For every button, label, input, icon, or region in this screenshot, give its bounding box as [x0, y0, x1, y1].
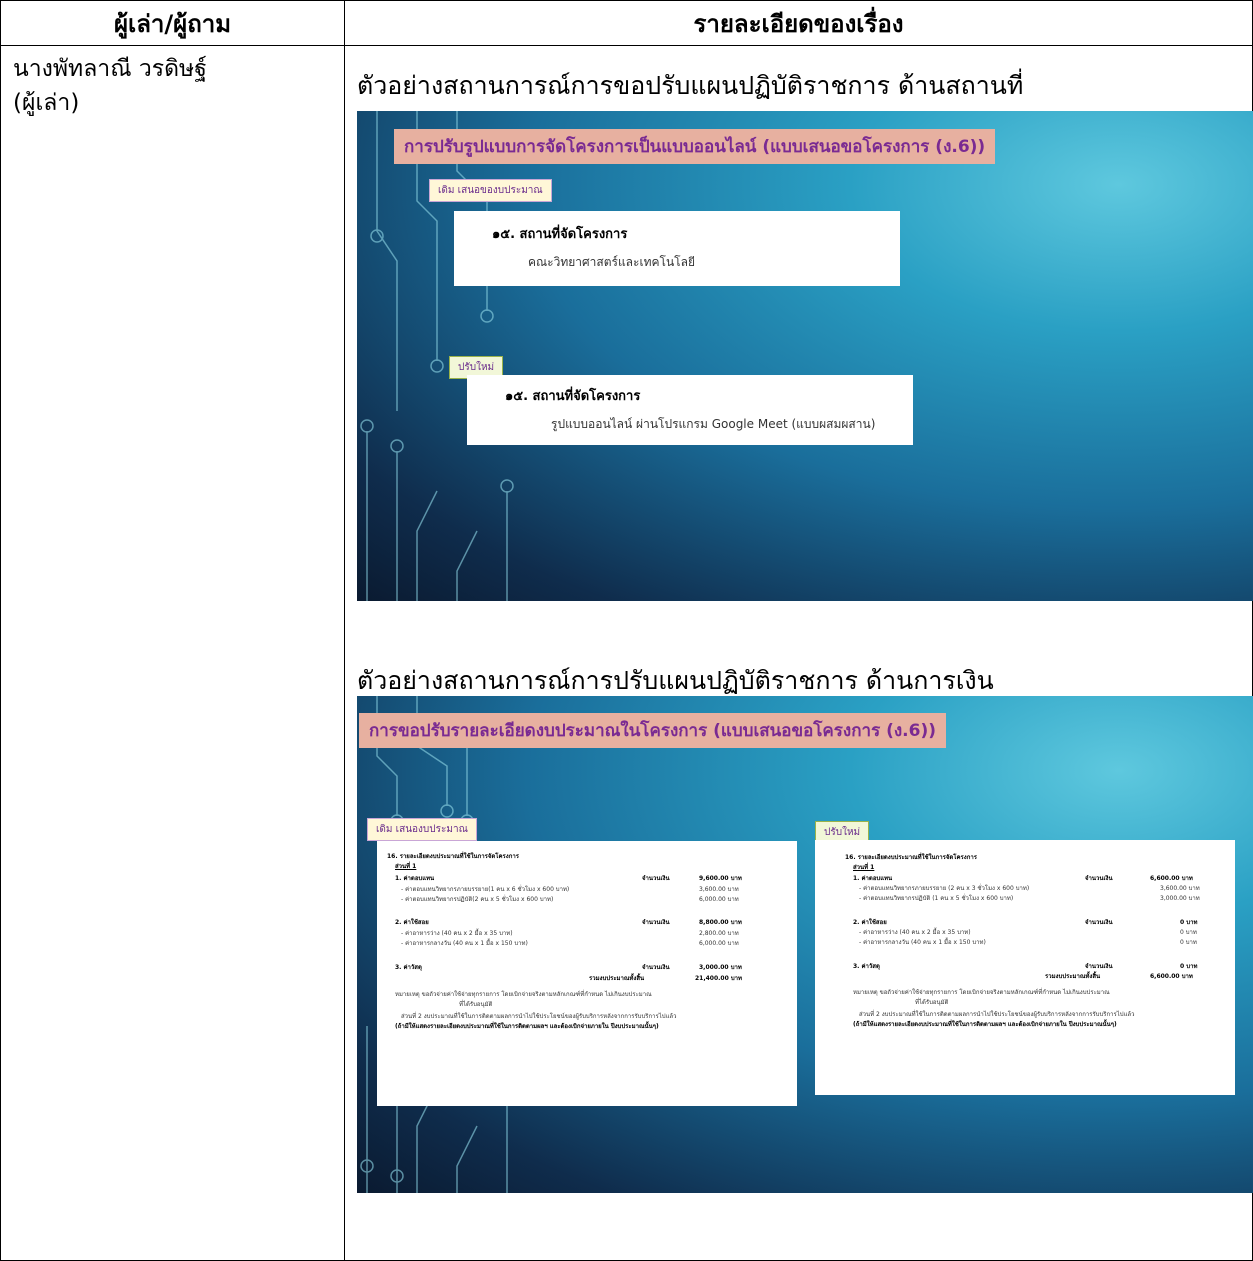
section1-new-value: รูปแบบออนไลน์ ผ่านโปรแกรม Google Meet (แ… [551, 417, 876, 431]
budget-item2a: - ค่าอาหารว่าง (40 คน x 2 มื้อ x 35 บาท) [859, 929, 971, 936]
budget-item1-amount-label: จำนวนเงิน [1085, 875, 1113, 882]
budget-part1: ส่วนที่ 1 [395, 863, 417, 870]
budget-item3: 3. ค่าวัสดุ [853, 963, 880, 970]
budget-item1a: - ค่าตอบแทนวิทยากรภายบรรยาย(1 คน x 6 ชั่… [401, 886, 570, 893]
budget-item3: 3. ค่าวัสดุ [395, 964, 422, 971]
budget-item3-amount-label: จำนวนเงิน [1085, 963, 1113, 970]
section1-new-box: ๑๕. สถานที่จัดโครงการ รูปแบบออนไลน์ ผ่าน… [467, 375, 913, 445]
narrator-cell: นางพัทลาณี วรดิษฐ์ (ผู้เล่า) [0, 45, 345, 1261]
budget-item2-amount-label: จำนวนเงิน [1085, 919, 1113, 926]
budget-item1-total: 9,600.00 บาท [699, 875, 742, 882]
col1-header: ผู้เล่า/ผู้ถาม [0, 0, 345, 46]
budget-item1-amount-label: จำนวนเงิน [642, 875, 670, 882]
section2-heading: ตัวอย่างสถานการณ์การปรับแผนปฏิบัติราชการ… [357, 666, 994, 695]
budget-sum-value: 21,400.00 บาท [695, 975, 743, 982]
budget-sum-label: รวมงบประมาณทั้งสิ้น [1045, 973, 1101, 980]
header-row: ผู้เล่า/ผู้ถาม รายละเอียดของเรื่อง [0, 0, 1253, 46]
budget-item3-total: 3,000.00 บาท [699, 964, 742, 971]
budget-item2b-value: 6,000.00 บาท [699, 940, 739, 947]
budget-item2-amount-label: จำนวนเงิน [642, 919, 670, 926]
budget-part2b: (ถ้ามีให้แสดงรายละเอียดงบประมาณที่ใช้ในก… [853, 1021, 1117, 1028]
new-budget-box: 16. รายละเอียดงบประมาณที่ใช้ในการจัดโครง… [815, 840, 1235, 1095]
section2-old-tag: เดิม เสนองบประมาณ [367, 818, 477, 841]
budget-item1a-value: 3,600.00 บาท [1160, 885, 1200, 892]
budget-item1b: - ค่าตอบแทนวิทยากรปฏิบัติ(2 คน x 5 ชั่วโ… [401, 896, 554, 903]
budget-item1a: - ค่าตอบแทนวิทยากรภายบรรยาย (2 คน x 3 ชั… [859, 885, 1030, 892]
budget-item3-amount-label: จำนวนเงิน [642, 964, 670, 971]
section1-old-tag: เดิม เสนอของบประมาณ [429, 179, 552, 202]
section1-slide-title: การปรับรูปแบบการจัดโครงการเป็นแบบออนไลน์… [394, 129, 996, 164]
budget-sum-label: รวมงบประมาณทั้งสิ้น [589, 975, 645, 982]
budget-sum-value: 6,600.00 บาท [1150, 973, 1193, 980]
budget-title: 16. รายละเอียดงบประมาณที่ใช้ในการจัดโครง… [845, 854, 977, 861]
budget-note2: ที่ได้รับอนุมัติ [915, 999, 949, 1006]
section1-old-value: คณะวิทยาศาสตร์และเทคโนโลยี [528, 255, 695, 269]
detail-cell: ตัวอย่างสถานการณ์การขอปรับแผนปฏิบัติราชก… [344, 45, 1253, 1261]
budget-part1: ส่วนที่ 1 [853, 864, 875, 871]
budget-item2a-value: 2,800.00 บาท [699, 930, 739, 937]
budget-item1: 1. ค่าตอบแทน [395, 875, 435, 882]
section1-old-label: ๑๕. สถานที่จัดโครงการ [492, 227, 628, 242]
section1-old-box: ๑๕. สถานที่จัดโครงการ คณะวิทยาศาสตร์และเ… [454, 211, 900, 286]
budget-item1: 1. ค่าตอบแทน [853, 875, 893, 882]
budget-note: หมายเหตุ ขอถัวจ่ายค่าใช้จ่ายทุกรายการ โด… [395, 991, 652, 998]
budget-note2: ที่ได้รับอนุมัติ [459, 1001, 493, 1008]
section1-slide: การปรับรูปแบบการจัดโครงการเป็นแบบออนไลน์… [357, 111, 1253, 601]
section1-new-label: ๑๕. สถานที่จัดโครงการ [505, 389, 641, 404]
col2-header: รายละเอียดของเรื่อง [344, 0, 1253, 46]
budget-part2: ส่วนที่ 2 งบประมาณที่ใช้ในการติดตามผลการ… [401, 1013, 677, 1020]
budget-item2-total: 8,800.00 บาท [699, 919, 742, 926]
budget-item2b-value: 0 บาท [1180, 939, 1197, 946]
section2-slide-title: การขอปรับรายละเอียดงบประมาณในโครงการ (แบ… [359, 713, 947, 748]
budget-item3-total: 0 บาท [1180, 963, 1198, 970]
budget-item1b: - ค่าตอบแทนวิทยากรปฏิบัติ (1 คน x 5 ชั่ว… [859, 895, 1014, 902]
budget-item2b: - ค่าอาหารกลางวัน (40 คน x 1 มื้อ x 150 … [401, 940, 528, 947]
old-budget-box: 16. รายละเอียดงบประมาณที่ใช้ในการจัดโครง… [377, 841, 797, 1106]
budget-item1-total: 6,600.00 บาท [1150, 875, 1193, 882]
budget-title: 16. รายละเอียดงบประมาณที่ใช้ในการจัดโครง… [387, 853, 519, 860]
budget-part2b: (ถ้ามีให้แสดงรายละเอียดงบประมาณที่ใช้ในก… [395, 1023, 659, 1030]
story-table: ผู้เล่า/ผู้ถาม รายละเอียดของเรื่อง นางพั… [0, 0, 1253, 1261]
budget-note: หมายเหตุ ขอถัวจ่ายค่าใช้จ่ายทุกรายการ โด… [853, 989, 1110, 996]
narrator-role: (ผู้เล่า) [13, 90, 80, 116]
section1-heading: ตัวอย่างสถานการณ์การขอปรับแผนปฏิบัติราชก… [357, 71, 1024, 100]
narrator-name: นางพัทลาณี วรดิษฐ์ [13, 56, 207, 82]
budget-item1b-value: 3,000.00 บาท [1160, 895, 1200, 902]
budget-item1a-value: 3,600.00 บาท [699, 886, 739, 893]
budget-item2b: - ค่าอาหารกลางวัน (40 คน x 1 มื้อ x 150 … [859, 939, 986, 946]
budget-item2a-value: 0 บาท [1180, 929, 1197, 936]
budget-item2: 2. ค่าใช้สอย [853, 919, 887, 926]
budget-item2a: - ค่าอาหารว่าง (40 คน x 2 มื้อ x 35 บาท) [401, 930, 513, 937]
budget-item1b-value: 6,000.00 บาท [699, 896, 739, 903]
section2-slide: การขอปรับรายละเอียดงบประมาณในโครงการ (แบ… [357, 696, 1253, 1193]
content-row: นางพัทลาณี วรดิษฐ์ (ผู้เล่า) ตัวอย่างสถา… [0, 45, 1253, 1261]
budget-part2: ส่วนที่ 2 งบประมาณที่ใช้ในการติดตามผลการ… [859, 1011, 1135, 1018]
budget-item2-total: 0 บาท [1180, 919, 1198, 926]
budget-item2: 2. ค่าใช้สอย [395, 919, 429, 926]
